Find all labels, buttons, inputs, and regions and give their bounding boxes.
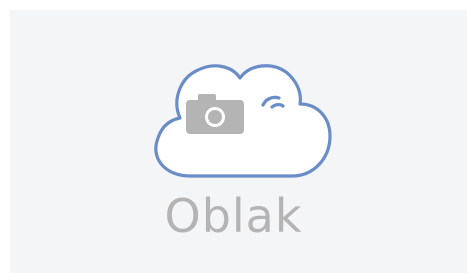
camera-icon: [186, 94, 244, 134]
oblak-logo: Oblak: [0, 0, 467, 273]
oblak-wordmark: Oblak: [164, 189, 303, 243]
page: Oblak: [0, 0, 467, 273]
